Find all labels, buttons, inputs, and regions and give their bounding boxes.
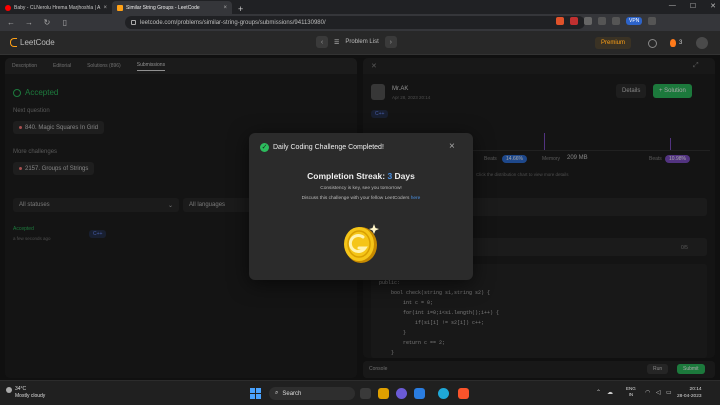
modal-subtitle: Consistency is key, see you tomorrow!	[320, 186, 402, 191]
taskbar: 34°C Mostly cloudy ⌕ Search ⌃ ☁ ENG IN ◠…	[0, 380, 720, 405]
browser-tab-bar: Baby - CLNerolu Hrema Marjhoshla | A × S…	[0, 0, 720, 14]
search-icon: ⌕	[275, 390, 279, 396]
share-link[interactable]: here	[411, 196, 421, 201]
share-text: Discuss this challenge with your fellow …	[249, 196, 473, 201]
list-icon: ☰	[334, 39, 340, 46]
wifi-icon[interactable]: ◠	[645, 389, 650, 396]
taskbar-search[interactable]: ⌕ Search	[269, 387, 355, 400]
completion-modal: ✓ Daily Coding Challenge Completed! × Co…	[249, 133, 473, 280]
extensions: VPN	[556, 17, 657, 25]
time-text: 20:14	[689, 387, 702, 392]
avatar[interactable]	[696, 37, 708, 49]
widget-icon[interactable]	[360, 388, 371, 399]
speaker-icon[interactable]: ◁	[656, 389, 661, 396]
weather-text: Mostly cloudy	[15, 393, 46, 399]
taskbar-clock[interactable]: 20:14 28-04-2023	[677, 386, 702, 400]
brave-taskbar-icon[interactable]	[458, 388, 469, 399]
minimize-icon[interactable]: —	[669, 2, 676, 10]
next-problem-button[interactable]: ›	[384, 36, 397, 48]
leetcode-logo-icon	[10, 38, 17, 47]
close-tab-icon[interactable]: ×	[223, 5, 227, 11]
new-tab-button[interactable]: +	[232, 4, 249, 14]
problem-list-label[interactable]: Problem List	[345, 39, 378, 45]
start-icon[interactable]	[250, 388, 261, 399]
wallet-icon[interactable]	[612, 17, 620, 25]
vpn-badge[interactable]: VPN	[626, 17, 643, 25]
browser-toolbar: ← → ↻ ▯ leetcode.com/problems/similar-st…	[0, 14, 720, 31]
bookmark-icon[interactable]: ▯	[60, 18, 70, 27]
logo-text: LeetCode	[20, 38, 55, 47]
streak-number: 3	[387, 171, 393, 181]
leetcode-header: LeetCode ‹ ☰ Problem List › Premium 3	[0, 31, 720, 55]
forward-icon[interactable]: →	[24, 18, 34, 27]
browser-tab-active[interactable]: Similar String Groups - LeetCode ×	[112, 1, 232, 14]
url-text: leetcode.com/problems/similar-string-gro…	[140, 19, 326, 26]
edge-icon[interactable]	[438, 388, 449, 399]
back-icon[interactable]: ←	[6, 18, 16, 27]
file-explorer-icon[interactable]	[378, 388, 389, 399]
streak-unit: Days	[394, 171, 415, 181]
address-bar[interactable]: leetcode.com/problems/similar-string-gro…	[125, 16, 585, 29]
modal-title: Daily Coding Challenge Completed!	[273, 144, 384, 151]
tab-label: Similar String Groups - LeetCode	[126, 4, 200, 11]
system-tray: ⌃ ☁	[596, 389, 613, 396]
streak-label: Completion Streak:	[307, 171, 386, 181]
lang-bottom: IN	[628, 392, 634, 397]
logo[interactable]: LeetCode	[10, 38, 55, 47]
problem-list-nav: ‹ ☰ Problem List ›	[316, 36, 397, 48]
menu-icon[interactable]	[648, 17, 657, 25]
streak-count: 3	[679, 40, 683, 46]
close-window-icon[interactable]: ✕	[710, 2, 716, 10]
completion-streak: Completion Streak: 3 Days	[249, 171, 473, 181]
maximize-icon[interactable]: ☐	[690, 2, 696, 10]
premium-button[interactable]: Premium	[595, 37, 632, 49]
brave-icon[interactable]	[556, 17, 564, 25]
streak-counter[interactable]: 3	[670, 39, 682, 47]
close-icon[interactable]: ×	[449, 141, 455, 152]
leetcode-icon	[117, 4, 123, 11]
fire-icon	[670, 39, 676, 47]
close-tab-icon[interactable]: ×	[103, 5, 107, 11]
weather-widget[interactable]: 34°C Mostly cloudy	[6, 386, 46, 400]
puzzle-icon[interactable]	[584, 17, 592, 25]
youtube-icon	[5, 4, 11, 11]
browser-tab[interactable]: Baby - CLNerolu Hrema Marjhoshla | A ×	[0, 1, 112, 14]
coin-icon	[344, 224, 379, 263]
window-controls: — ☐ ✕	[669, 2, 716, 10]
store-icon[interactable]	[414, 388, 425, 399]
search-label: Search	[282, 390, 302, 397]
prev-problem-button[interactable]: ‹	[316, 36, 328, 48]
check-icon: ✓	[260, 143, 269, 152]
temperature: 34°C	[15, 386, 27, 392]
cloud-sync-icon[interactable]: ☁	[607, 389, 613, 396]
battery-icon[interactable]: ▭	[666, 389, 672, 396]
language-indicator[interactable]: ENG IN	[626, 386, 636, 398]
timer-icon[interactable]	[648, 39, 657, 48]
reload-icon[interactable]: ↻	[42, 18, 52, 27]
date-text: 28-04-2023	[677, 394, 702, 399]
share-label: Discuss this challenge with your fellow …	[301, 196, 410, 201]
chevron-up-icon[interactable]: ⌃	[596, 389, 601, 396]
cloud-icon	[6, 387, 12, 393]
lock-icon	[131, 20, 136, 25]
teams-icon[interactable]	[396, 388, 407, 399]
tab-label: Baby - CLNerolu Hrema Marjhoshla | A	[14, 4, 101, 11]
extension-icon[interactable]	[570, 17, 578, 25]
sidebar-icon[interactable]	[598, 17, 606, 25]
